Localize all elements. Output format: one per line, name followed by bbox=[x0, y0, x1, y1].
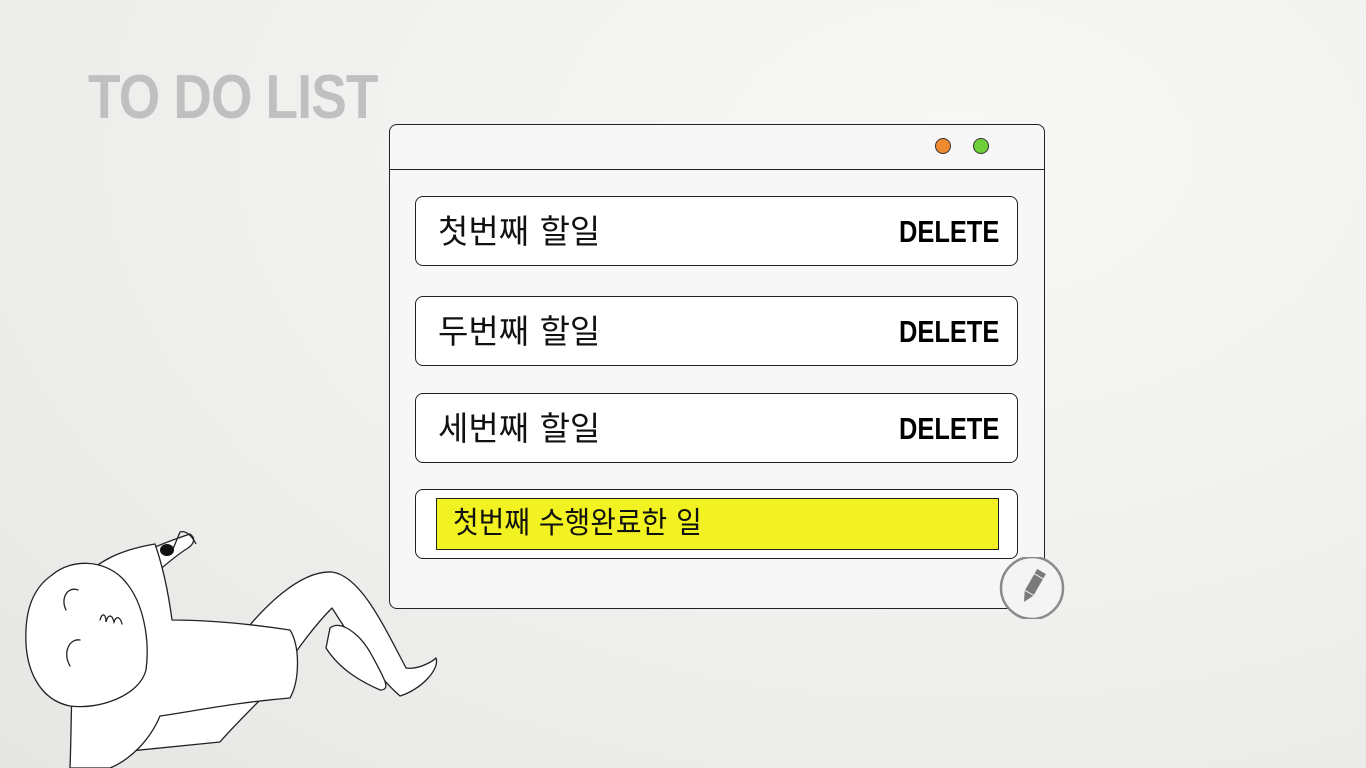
window-title-bar bbox=[390, 125, 1044, 170]
todo-item[interactable]: 첫번째 할일 DELETE bbox=[415, 196, 1018, 266]
edit-button[interactable] bbox=[999, 555, 1065, 621]
todo-window: 첫번째 할일 DELETE 두번째 할일 DELETE 세번째 할일 DELET… bbox=[389, 124, 1045, 609]
pencil-icon bbox=[999, 555, 1065, 621]
maximize-dot[interactable] bbox=[973, 138, 989, 154]
todo-item[interactable]: 두번째 할일 DELETE bbox=[415, 296, 1018, 366]
completed-text: 첫번째 수행완료한 일 bbox=[453, 506, 702, 541]
delete-button[interactable]: DELETE bbox=[899, 197, 999, 267]
minimize-dot[interactable] bbox=[935, 138, 951, 154]
completed-item[interactable]: 첫번째 수행완료한 일 bbox=[415, 489, 1018, 559]
completed-highlight: 첫번째 수행완료한 일 bbox=[436, 498, 999, 550]
todo-text: 두번째 할일 bbox=[438, 312, 601, 351]
delete-button[interactable]: DELETE bbox=[899, 297, 999, 367]
sleeping-character-illustration bbox=[25, 530, 438, 768]
delete-button[interactable]: DELETE bbox=[899, 394, 999, 464]
page-title: TO DO LIST bbox=[88, 63, 378, 132]
todo-text: 세번째 할일 bbox=[438, 409, 601, 448]
todo-item[interactable]: 세번째 할일 DELETE bbox=[415, 393, 1018, 463]
todo-text: 첫번째 할일 bbox=[438, 212, 601, 251]
